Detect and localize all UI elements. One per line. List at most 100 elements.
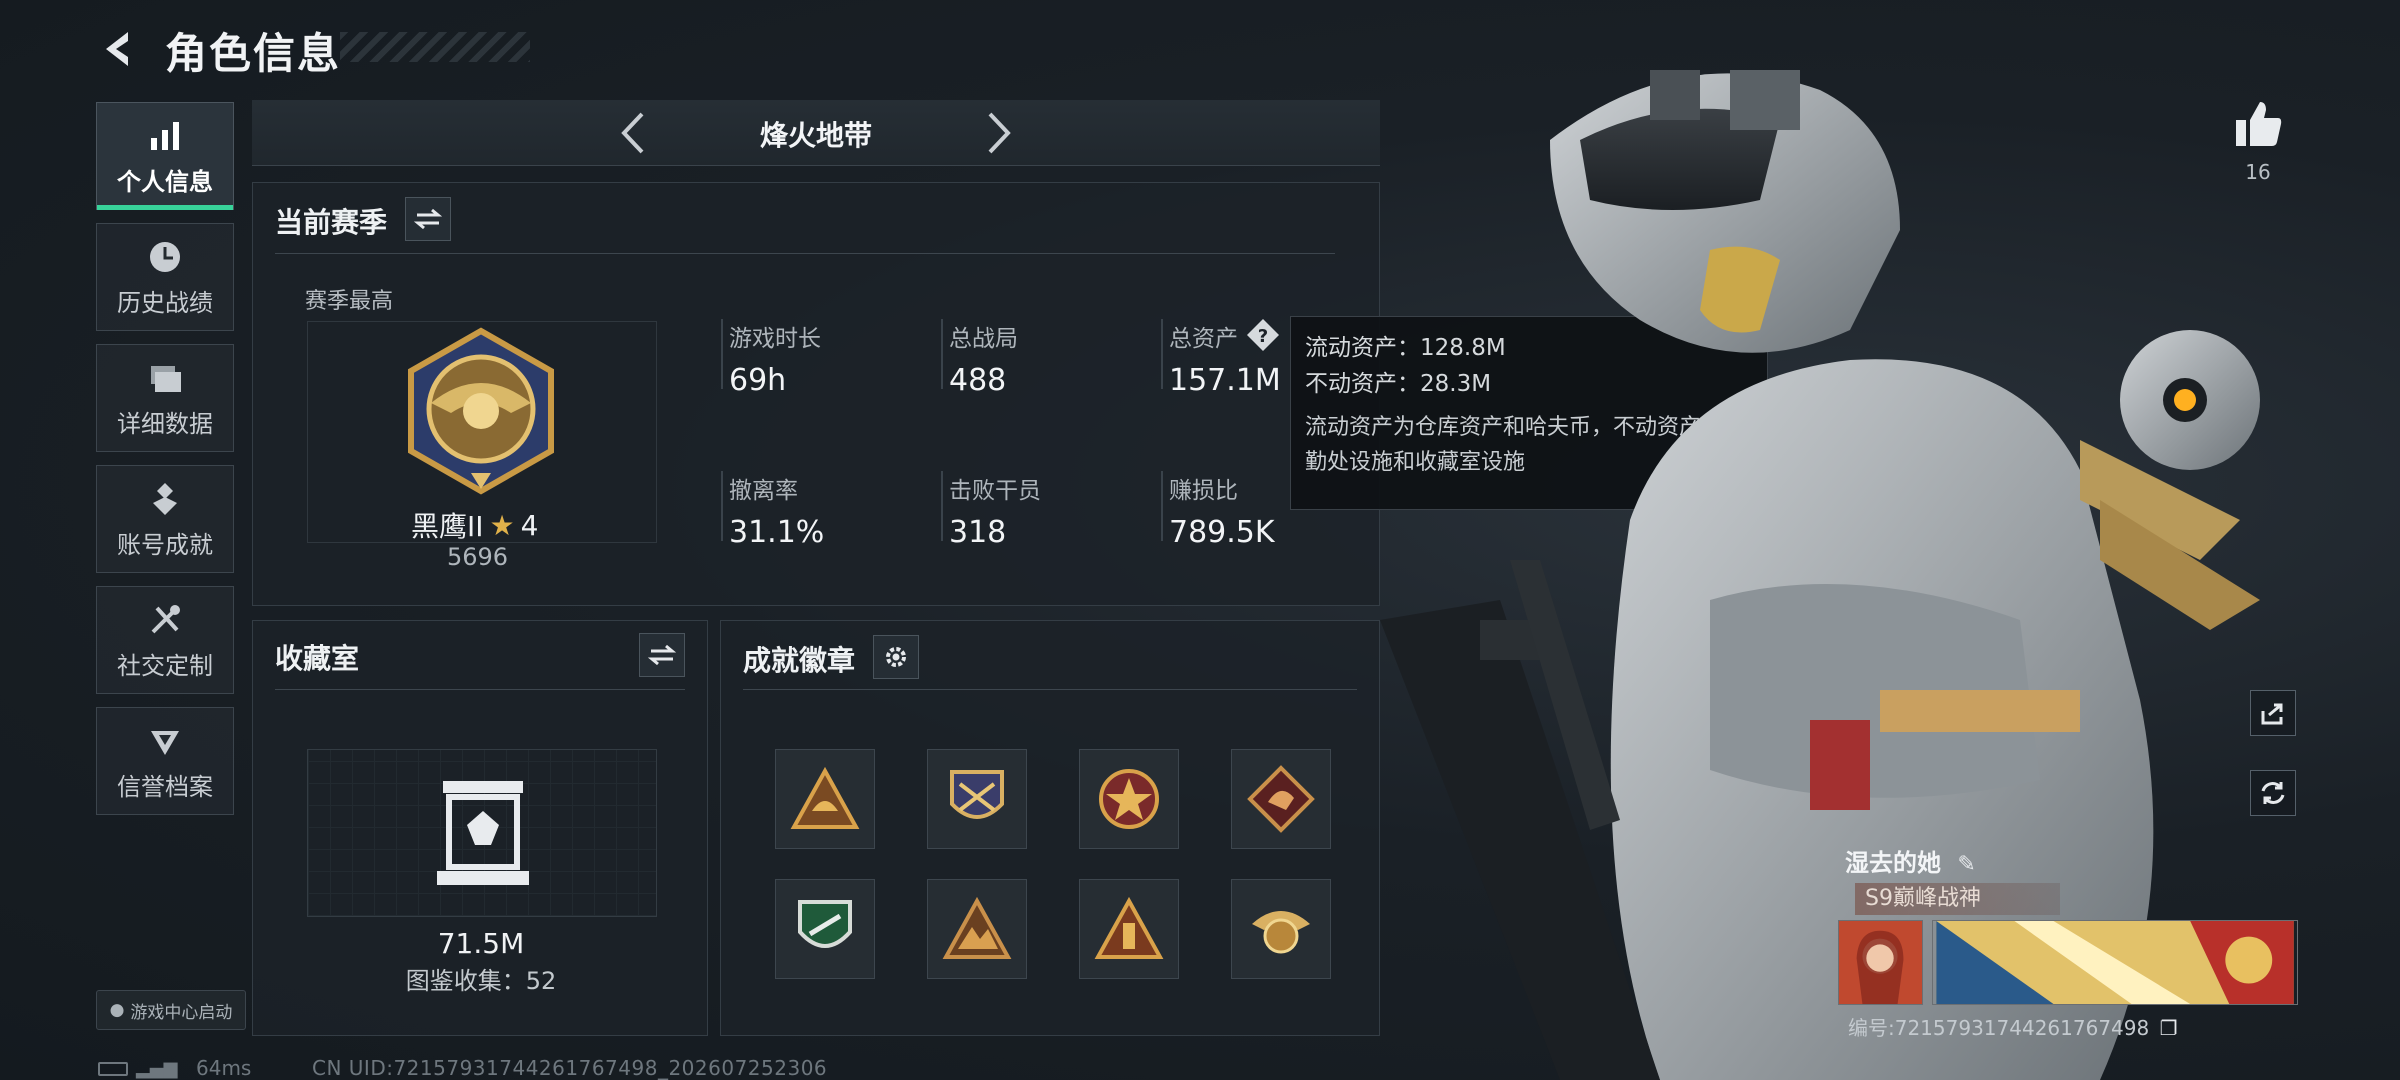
rank-stars: 4 [520,508,539,542]
nav-item-reputation[interactable]: 信誉档案 [96,707,234,815]
player-id-text: 编号:72157931744261767498 [1848,1016,2150,1040]
stat-value: 69h [729,363,787,398]
mode-selector: 烽火地带 [252,100,1380,166]
season-best-label: 赛季最高 [305,289,394,314]
player-banner[interactable] [1932,920,2298,1005]
share-icon [2261,703,2283,725]
badge-item[interactable] [1231,749,1331,849]
refresh-icon [2261,782,2285,804]
star-medal-badge-icon [1099,769,1159,829]
nav-item-label: 信誉档案 [117,772,213,801]
badge-item[interactable] [1079,879,1179,979]
ghost-icon: ● [109,1000,125,1020]
badge-item[interactable] [927,879,1027,979]
stat-label: 游戏时长 [729,326,821,352]
stat-value: 157.1M [1169,363,1281,398]
ping-value: 64ms [196,1056,252,1080]
game-center-button[interactable]: ● 游戏中心启动 [96,990,246,1030]
nav-item-label: 账号成就 [117,530,213,559]
badge-item[interactable] [1231,879,1331,979]
back-arrow-icon[interactable] [98,28,140,70]
player-name-text: 湿去的她 [1845,849,1941,877]
badge-item[interactable] [927,749,1027,849]
badge-item[interactable] [775,749,875,849]
stat-value: 789.5K [1169,515,1275,550]
nav-item-history[interactable]: 历史战绩 [96,223,234,331]
badge-item[interactable] [775,879,875,979]
nav-item-label: 个人信息 [117,167,213,196]
edit-icon[interactable]: ✎ [1957,852,1975,877]
copy-icon[interactable]: ❐ [2160,1016,2178,1040]
nav-item-label: 社交定制 [117,651,213,680]
shield-crossed-guns-badge-icon [950,770,1004,819]
mountain-triangle-badge-icon [942,897,1012,959]
gold-eagle-badge-icon [1252,911,1310,954]
player-avatar[interactable] [1838,920,1923,1005]
history-clock-icon [150,241,180,272]
battery-icon [98,1061,128,1076]
rank-name-row: 黑鹰II ★ 4 [411,505,538,545]
bar-chart-icon [151,121,179,150]
divider [275,689,685,690]
stat-label: 赚损比 [1169,478,1238,504]
nav-item-label: 详细数据 [117,409,213,438]
season-switch-button[interactable] [405,197,451,241]
rank-score: 5696 [447,543,509,571]
catalog-count: 图鉴收集：52 [405,967,557,995]
page-title: 角色信息 [165,29,342,78]
folder-icon [151,365,181,392]
rank-name: 黑鹰II [411,510,484,543]
mode-title: 烽火地带 [759,119,872,152]
stat-label: 击败干员 [949,478,1041,504]
gear-icon [886,647,906,667]
side-nav: 个人信息 历史战绩 详细数据 账号成就 社交定制 信誉档案 [96,102,234,828]
status-bar: ▂▄▆ [98,1058,178,1079]
footer-uid: CN UID:72157931744261767498_202607252306 [312,1056,828,1080]
season-title: 当前赛季 [275,206,388,239]
dragon-diamond-badge-icon [1247,765,1315,833]
chevron-right-icon[interactable] [974,110,1020,156]
star-icon: ★ [489,508,515,542]
refresh-button[interactable] [2250,770,2296,816]
tower-triangle-badge-icon [1094,897,1164,959]
player-title-tag: S9巅峰战神 [1855,883,2060,915]
stat-operators-defeated: 击败干员 318 [941,471,1041,550]
game-center-label: 游戏中心启动 [130,1002,233,1023]
green-shield-badge-icon [798,900,852,948]
stat-value: 318 [949,515,1007,550]
thumbs-up-icon[interactable] [2230,96,2286,152]
divider [275,253,1335,254]
nav-item-details[interactable]: 详细数据 [96,344,234,452]
badges-title: 成就徽章 [743,644,856,677]
nav-item-social[interactable]: 社交定制 [96,586,234,694]
stat-value: 31.1% [729,515,825,550]
player-name: 湿去的她 ✎ [1845,843,1976,878]
swap-icon [414,208,442,230]
stat-value: 488 [949,363,1007,398]
nav-item-label: 历史战绩 [117,288,213,317]
help-icon[interactable]: ? [1245,317,1281,353]
nav-item-achievements[interactable]: 账号成就 [96,465,234,573]
stat-total-matches: 总战局 488 [941,319,1018,398]
player-id: 编号:72157931744261767498 ❐ [1848,1012,2178,1041]
achievement-badges-panel: 成就徽章 [720,620,1380,1036]
collection-switch-button[interactable] [639,633,685,677]
collection-room-panel: 收藏室 71.5M 图鉴收集：52 [252,620,708,1036]
current-season-panel: 当前赛季 赛季最高 黑鹰II ★ 4 5696 游戏时长 69h 总战局 488… [252,182,1380,606]
badge-item[interactable] [1079,749,1179,849]
badge-settings-button[interactable] [873,635,919,679]
stat-label: 总战局 [949,326,1018,352]
nav-item-profile[interactable]: 个人信息 [96,102,234,210]
reputation-icon [151,730,179,755]
stat-label: 撤离率 [729,478,798,504]
achievement-icon [153,482,177,515]
svg-text:?: ? [1258,326,1268,347]
swap-icon [648,644,676,666]
stat-profit-ratio: 赚损比 789.5K [1161,471,1275,550]
stat-extraction-rate: 撤离率 31.1% [721,471,824,550]
share-button[interactable] [2250,690,2296,736]
tools-icon [151,604,180,633]
stat-play-time: 游戏时长 69h [721,319,821,398]
display-case-icon [437,781,529,885]
helmet-triangle-badge-icon [790,767,860,829]
